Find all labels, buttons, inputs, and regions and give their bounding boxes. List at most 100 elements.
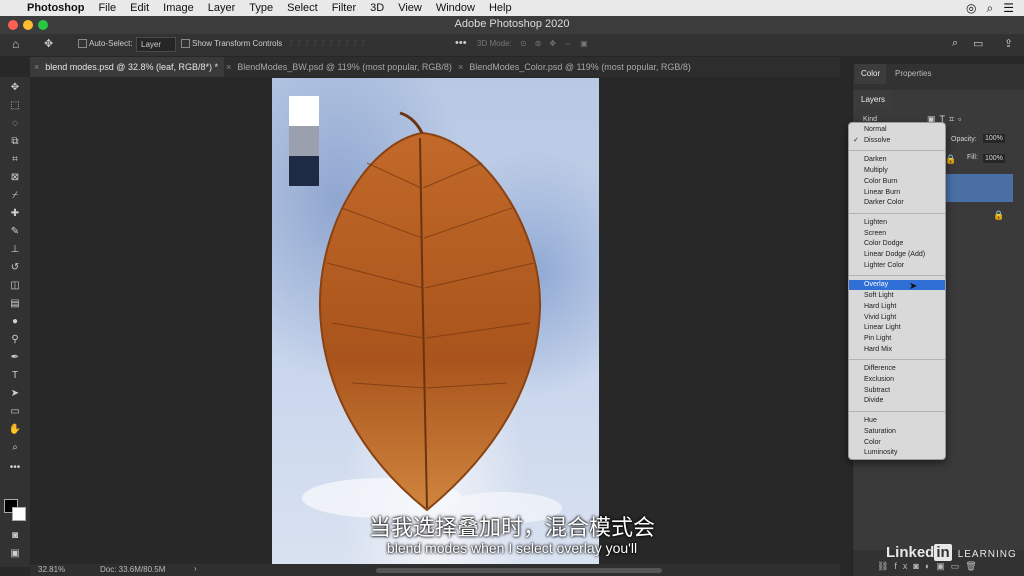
hand-tool-icon[interactable]: ✋: [6, 423, 24, 437]
mouse-cursor-icon: ➤: [909, 281, 918, 292]
control-center-icon[interactable]: ☰: [1003, 1, 1014, 16]
frame-tool-icon[interactable]: ⊠: [6, 171, 24, 185]
blend-option-hard-mix[interactable]: Hard Mix: [849, 345, 945, 355]
eraser-tool-icon[interactable]: ◫: [6, 279, 24, 293]
marquee-tool-icon[interactable]: ⬚: [6, 99, 24, 113]
blend-option-hard-light[interactable]: Hard Light: [849, 302, 945, 312]
blend-option-multiply[interactable]: Multiply: [849, 166, 945, 176]
menu-image[interactable]: Image: [156, 0, 201, 16]
menu-help[interactable]: Help: [482, 0, 519, 16]
blend-option-darker-color[interactable]: Darker Color: [849, 198, 945, 208]
history-brush-icon[interactable]: ↺: [6, 261, 24, 275]
home-icon[interactable]: ⌂: [12, 37, 19, 51]
3d-mode-label: 3D Mode:: [477, 39, 512, 48]
tab-color-panel[interactable]: Color: [855, 64, 887, 84]
window-titlebar: Adobe Photoshop 2020: [0, 16, 1024, 35]
eyedropper-tool-icon[interactable]: ⌿: [6, 189, 24, 203]
menu-edit[interactable]: Edit: [123, 0, 156, 16]
menu-type[interactable]: Type: [242, 0, 280, 16]
menu-file[interactable]: File: [91, 0, 123, 16]
menu-window[interactable]: Window: [429, 0, 482, 16]
zoom-level[interactable]: 32.81%: [38, 565, 65, 574]
dodge-tool-icon[interactable]: ⚲: [6, 333, 24, 347]
blend-option-color[interactable]: Color: [849, 438, 945, 448]
clone-stamp-icon[interactable]: ⊥: [6, 243, 24, 257]
share-icon[interactable]: ⇪: [1004, 37, 1013, 50]
blend-option-linear-dodge-add[interactable]: Linear Dodge (Add): [849, 250, 945, 260]
mac-menubar: Photoshop File Edit Image Layer Type Sel…: [0, 0, 1024, 16]
crop-tool-icon[interactable]: ⌗: [6, 153, 24, 167]
lock-all-icon[interactable]: 🔒: [945, 154, 956, 165]
close-tab-icon[interactable]: ×: [34, 62, 39, 72]
object-select-tool-icon[interactable]: ⧉: [6, 135, 24, 149]
tab-blendmodes-color[interactable]: × BlendModes_Color.psd @ 119% (most popul…: [454, 57, 698, 77]
blend-option-lighten[interactable]: Lighten: [849, 218, 945, 228]
auto-select-checkbox[interactable]: Auto-Select:: [78, 39, 133, 49]
brush-tool-icon[interactable]: ✎: [6, 225, 24, 239]
blend-option-color-burn[interactable]: Color Burn: [849, 177, 945, 187]
blend-option-vivid-light[interactable]: Vivid Light: [849, 313, 945, 323]
blend-option-luminosity[interactable]: Luminosity: [849, 448, 945, 458]
blend-option-lighter-color[interactable]: Lighter Color: [849, 261, 945, 271]
close-tab-icon[interactable]: ×: [226, 62, 231, 72]
fill-label: Fill:: [967, 154, 978, 161]
show-transform-checkbox[interactable]: Show Transform Controls: [181, 39, 282, 49]
blend-option-normal[interactable]: Normal: [849, 125, 945, 135]
pen-tool-icon[interactable]: ✒: [6, 351, 24, 365]
blend-option-soft-light[interactable]: Soft Light: [849, 291, 945, 301]
spotlight-search-icon[interactable]: ⌕: [987, 1, 994, 16]
type-tool-icon[interactable]: T: [6, 369, 24, 383]
blend-option-linear-light[interactable]: Linear Light: [849, 323, 945, 333]
blend-option-divide[interactable]: Divide: [849, 396, 945, 406]
lasso-tool-icon[interactable]: ◌: [6, 117, 24, 131]
menu-select[interactable]: Select: [280, 0, 325, 16]
more-options-icon[interactable]: •••: [455, 37, 467, 49]
tab-layers-panel[interactable]: Layers: [855, 90, 892, 110]
search-icon[interactable]: ⌕: [952, 37, 958, 50]
menu-3d[interactable]: 3D: [363, 0, 391, 16]
linkedin-learning-logo: Linked in LEARNING: [886, 544, 1017, 561]
status-menu-chevron-icon[interactable]: ›: [194, 564, 197, 573]
menu-view[interactable]: View: [391, 0, 429, 16]
workspace-icon[interactable]: ▭: [973, 37, 983, 50]
3d-mode-icons[interactable]: ⊙⊚✥⇔▣: [520, 39, 596, 48]
gradient-tool-icon[interactable]: ▤: [6, 297, 24, 311]
blend-option-saturation[interactable]: Saturation: [849, 427, 945, 437]
menu-app-name[interactable]: Photoshop: [20, 0, 91, 16]
healing-brush-icon[interactable]: ✚: [6, 207, 24, 221]
blend-option-pin-light[interactable]: Pin Light: [849, 334, 945, 344]
blend-option-hue[interactable]: Hue: [849, 416, 945, 426]
blend-option-linear-burn[interactable]: Linear Burn: [849, 188, 945, 198]
blend-option-subtract[interactable]: Subtract: [849, 386, 945, 396]
tab-properties-panel[interactable]: Properties: [889, 64, 937, 84]
opacity-input[interactable]: 100%: [983, 134, 1005, 143]
move-tool-icon[interactable]: ✥: [6, 81, 24, 95]
fill-input[interactable]: 100%: [983, 154, 1005, 163]
tab-blend-modes[interactable]: × blend modes.psd @ 32.8% (leaf, RGB/8*) …: [30, 57, 224, 77]
path-select-tool-icon[interactable]: ➤: [6, 387, 24, 401]
blend-option-difference[interactable]: Difference: [849, 364, 945, 374]
blend-option-color-dodge[interactable]: Color Dodge: [849, 239, 945, 249]
menu-layer[interactable]: Layer: [201, 0, 243, 16]
document-canvas[interactable]: [272, 78, 599, 564]
rectangle-tool-icon[interactable]: ▭: [6, 405, 24, 419]
horizontal-scrollbar[interactable]: [376, 568, 662, 573]
blur-tool-icon[interactable]: ●: [6, 315, 24, 329]
edit-toolbar-icon[interactable]: •••: [6, 461, 24, 475]
creative-cloud-icon[interactable]: ◎: [966, 1, 976, 16]
menu-filter[interactable]: Filter: [325, 0, 363, 16]
blend-option-overlay[interactable]: Overlay: [849, 280, 945, 291]
blend-option-darken[interactable]: Darken: [849, 155, 945, 165]
status-bar: 32.81% Doc: 33.6M/80.5M ›: [30, 564, 840, 576]
move-tool-icon[interactable]: ✥: [44, 37, 53, 50]
window-title: Adobe Photoshop 2020: [454, 18, 570, 30]
align-icons[interactable]: ⫶⫶⫶⫶⫶⫶⫶⫶⫶⫶: [290, 39, 370, 49]
close-tab-icon[interactable]: ×: [458, 62, 463, 72]
auto-select-dropdown[interactable]: Layer: [136, 37, 177, 52]
layers-footer-icons[interactable]: ⛓fx◙◐▣▭🗑: [877, 561, 983, 572]
blend-option-exclusion[interactable]: Exclusion: [849, 375, 945, 385]
blend-option-screen[interactable]: Screen: [849, 229, 945, 239]
zoom-tool-icon[interactable]: ⌕: [6, 441, 24, 455]
blend-option-dissolve[interactable]: ✓ Dissolve: [849, 136, 945, 146]
tab-blendmodes-bw[interactable]: × BlendModes_BW.psd @ 119% (most popular,…: [222, 57, 454, 77]
